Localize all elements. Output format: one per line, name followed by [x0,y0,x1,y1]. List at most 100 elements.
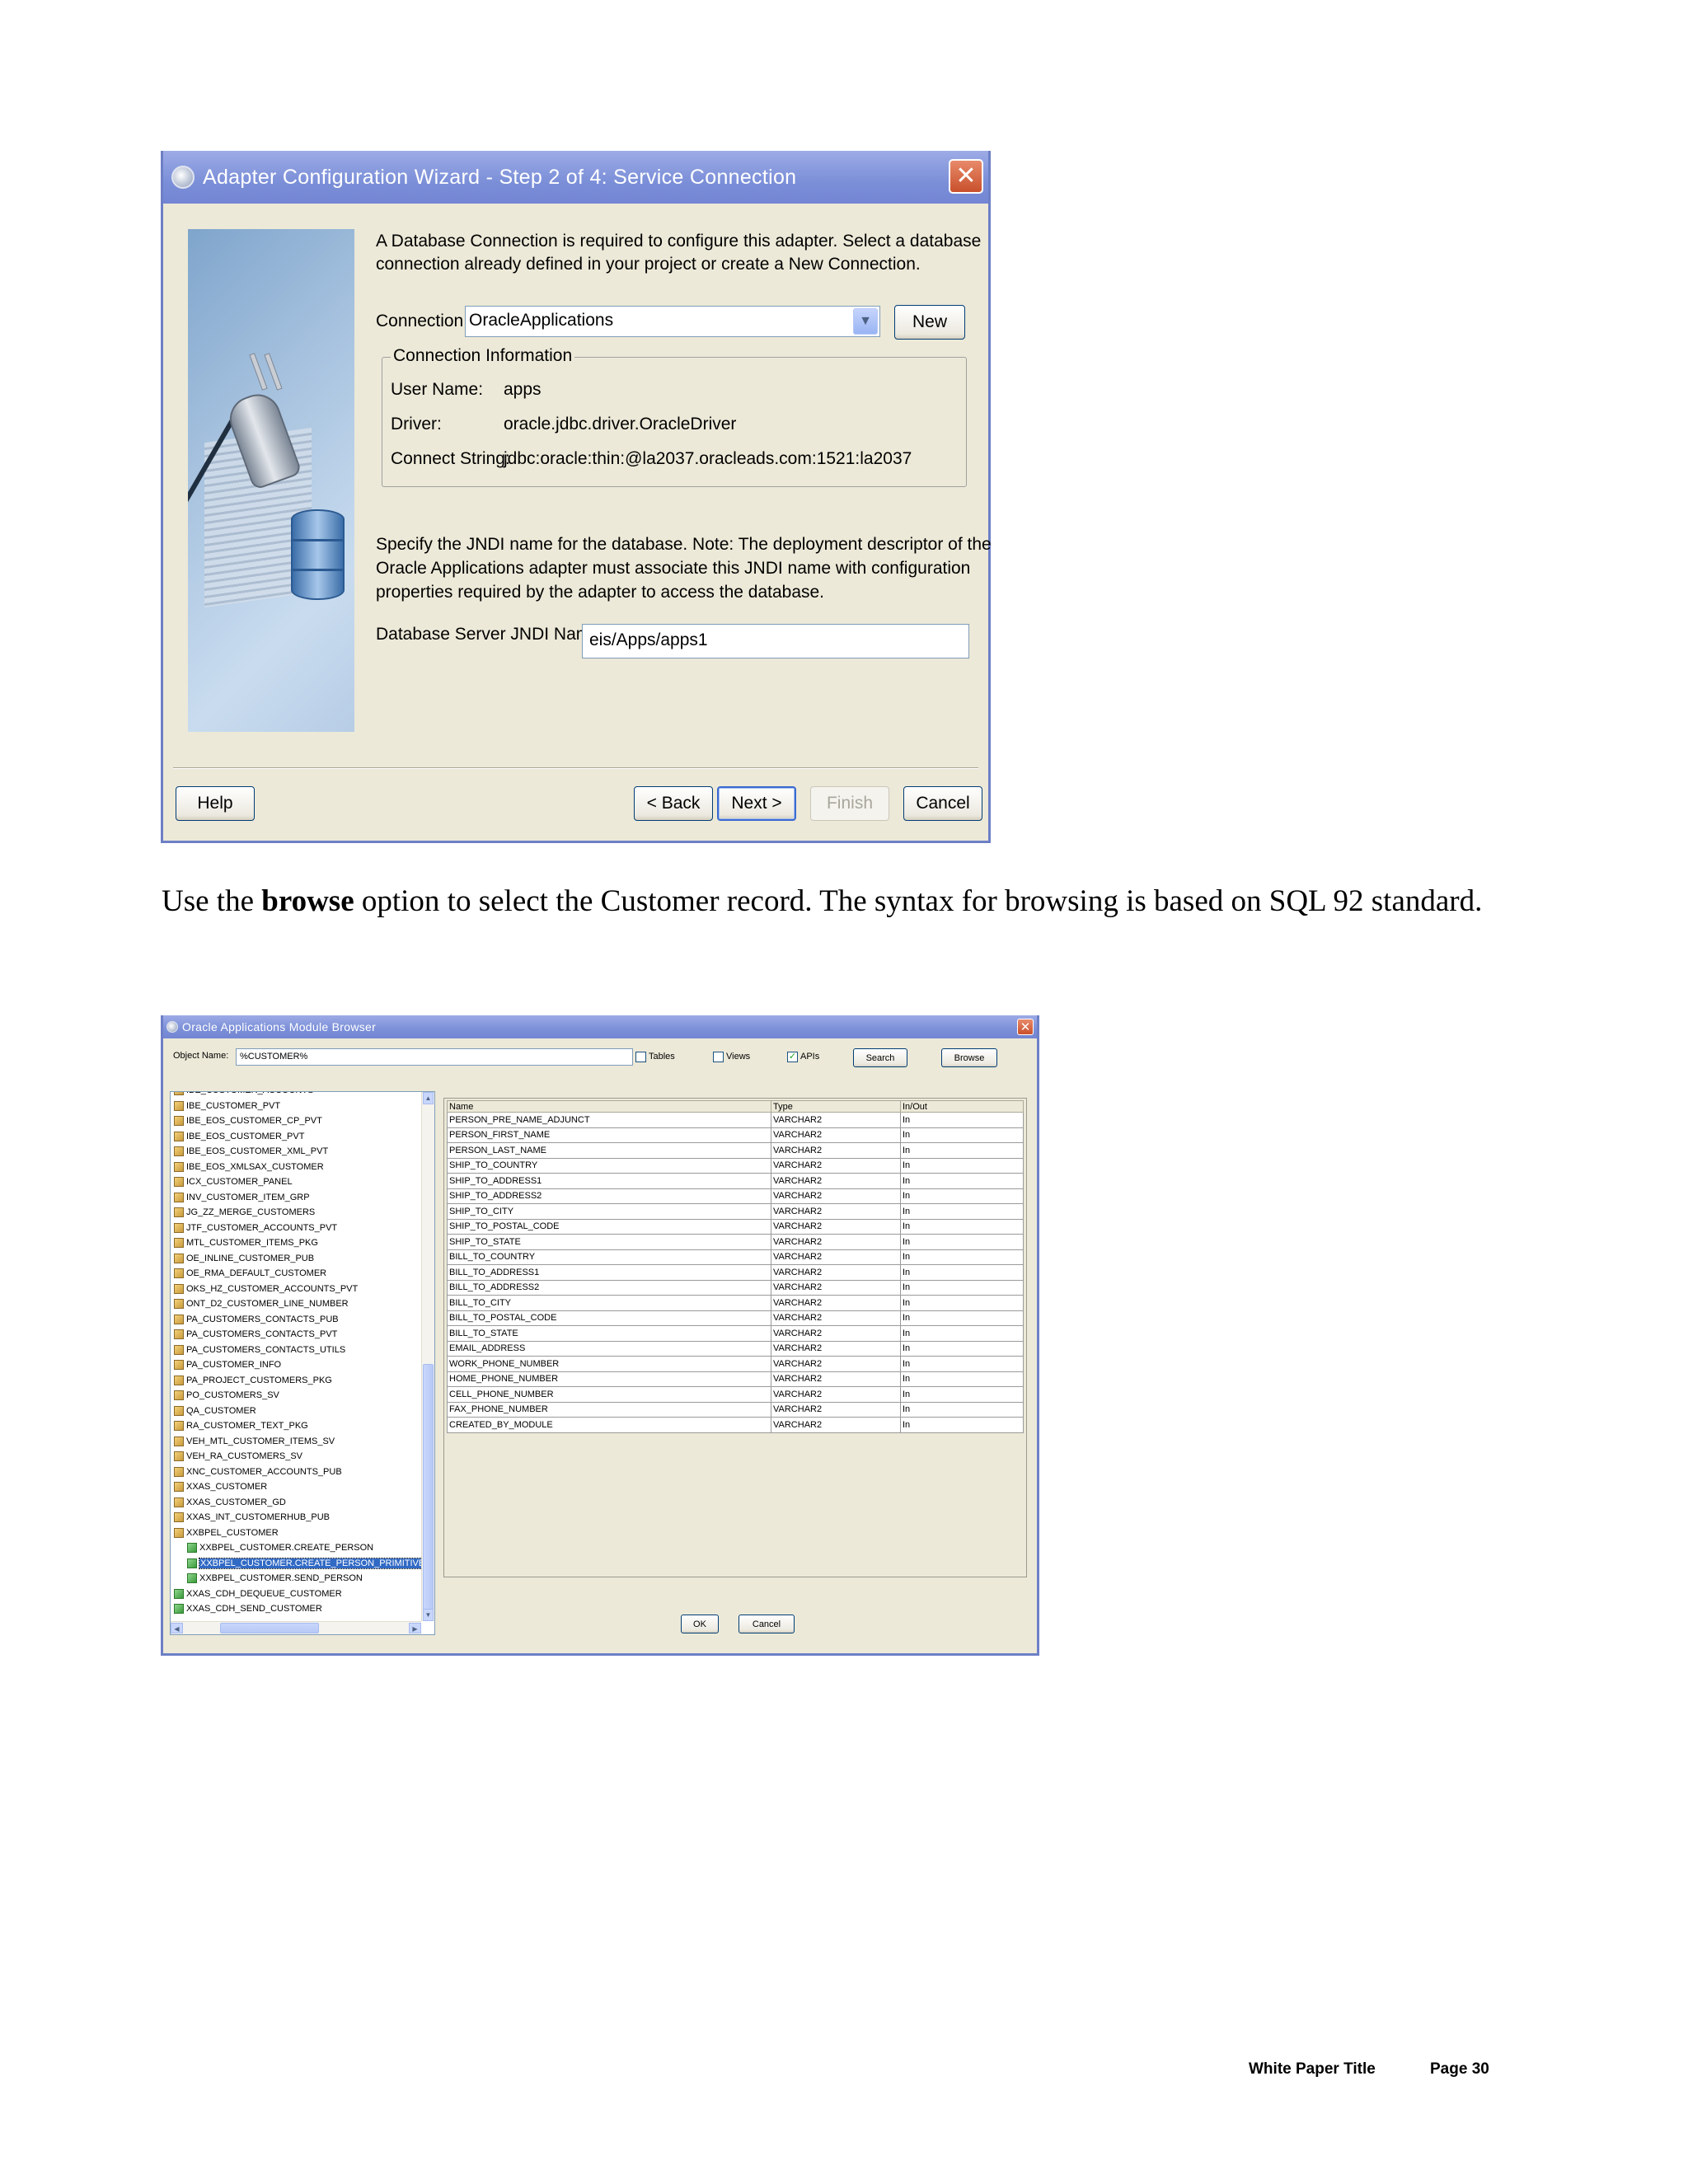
tree-item-label: INV_CUSTOMER_ITEM_GRP [186,1192,310,1202]
cell-name: SHIP_TO_COUNTRY [447,1157,771,1174]
scroll-up-icon[interactable]: ▲ [423,1092,434,1104]
tree-item[interactable]: XXAS_CUSTOMER_GD [171,1495,434,1511]
tree-item[interactable]: XXBPEL_CUSTOMER [171,1526,434,1541]
tree-item[interactable]: IBE_CUSTOMER_PVT [171,1099,434,1114]
table-row[interactable]: BILL_TO_CITY VARCHAR2 In [447,1295,1024,1311]
cancel-button[interactable]: Cancel [903,786,982,821]
footer-page-number: Page 30 [1430,2060,1489,2078]
browse-button[interactable]: Browse [941,1048,997,1067]
tree-item[interactable]: MTL_CUSTOMER_ITEMS_PKG [171,1235,434,1251]
info-label-connect-string: Connect String: [391,449,510,468]
table-row[interactable]: SHIP_TO_POSTAL_CODE VARCHAR2 In [447,1218,1024,1235]
tree-item[interactable]: PO_CUSTOMERS_SV [171,1388,434,1404]
tree-item[interactable]: OE_RMA_DEFAULT_CUSTOMER [171,1266,434,1282]
tree-item-label: QA_CUSTOMER [186,1405,256,1416]
table-row[interactable]: CELL_PHONE_NUMBER VARCHAR2 In [447,1386,1024,1403]
package-icon [174,1512,184,1523]
wizard-titlebar[interactable]: Adapter Configuration Wizard - Step 2 of… [163,151,988,204]
close-icon[interactable]: ✕ [949,159,983,194]
browser-cancel-button[interactable]: Cancel [738,1615,795,1633]
package-icon [174,1161,184,1172]
help-button[interactable]: Help [176,786,255,821]
table-row[interactable]: PERSON_PRE_NAME_ADJUNCT VARCHAR2 In [447,1112,1024,1128]
column-header-inout[interactable]: In/Out [900,1100,1024,1113]
table-row[interactable]: PERSON_LAST_NAME VARCHAR2 In [447,1142,1024,1159]
table-row[interactable]: SHIP_TO_CITY VARCHAR2 In [447,1203,1024,1220]
table-row[interactable]: EMAIL_ADDRESS VARCHAR2 In [447,1340,1024,1357]
table-row[interactable]: CREATED_BY_MODULE VARCHAR2 In [447,1417,1024,1433]
jndi-name-input[interactable]: eis/Apps/apps1 [582,624,969,658]
new-connection-button[interactable]: New [894,305,965,340]
cancel-button-label: Cancel [916,794,970,813]
tree-item[interactable]: PA_PROJECT_CUSTOMERS_PKG [171,1373,434,1389]
tree-item[interactable]: XXAS_INT_CUSTOMERHUB_PUB [171,1510,434,1526]
tree-item[interactable]: XXBPEL_CUSTOMER.SEND_PERSON [171,1571,434,1586]
scroll-right-icon[interactable]: ▶ [409,1623,421,1633]
scroll-left-icon[interactable]: ◀ [171,1623,183,1633]
table-row[interactable]: SHIP_TO_STATE VARCHAR2 In [447,1234,1024,1250]
tree-item[interactable]: INV_CUSTOMER_ITEM_GRP [171,1190,434,1206]
tree-item[interactable]: JTF_CUSTOMER_ACCOUNTS_PVT [171,1221,434,1236]
tree-item[interactable]: IBE_EOS_CUSTOMER_CP_PVT [171,1113,434,1129]
tree-item[interactable]: IBE_EOS_XMLSAX_CUSTOMER [171,1160,434,1175]
tree-item[interactable]: PA_CUSTOMERS_CONTACTS_PVT [171,1327,434,1343]
scroll-down-icon[interactable]: ▼ [423,1609,434,1621]
column-header-type[interactable]: Type [771,1100,901,1113]
tree-item-label: JG_ZZ_MERGE_CUSTOMERS [186,1207,316,1218]
ok-button[interactable]: OK [681,1615,719,1633]
table-row[interactable]: BILL_TO_POSTAL_CODE VARCHAR2 In [447,1310,1024,1326]
tables-checkbox[interactable] [635,1052,646,1062]
tree-vertical-scrollbar[interactable]: ▲ ▼ [421,1092,434,1621]
tree-item[interactable]: JG_ZZ_MERGE_CUSTOMERS [171,1205,434,1221]
tree-item[interactable]: VEH_RA_CUSTOMERS_SV [171,1449,434,1465]
table-row[interactable]: SHIP_TO_ADDRESS1 VARCHAR2 In [447,1173,1024,1189]
module-tree[interactable]: IBE_CUSTOMER_ACCOUNTS IBE_CUSTOMER_PVT IBE… [170,1091,435,1635]
table-row[interactable]: SHIP_TO_ADDRESS2 VARCHAR2 In [447,1188,1024,1204]
tree-item[interactable]: PA_CUSTOMER_INFO [171,1357,434,1373]
tree-item[interactable]: IBE_EOS_CUSTOMER_PVT [171,1129,434,1145]
tree-item[interactable]: ONT_D2_CUSTOMER_LINE_NUMBER [171,1296,434,1312]
views-checkbox[interactable] [713,1052,724,1062]
tree-item[interactable]: ICX_CUSTOMER_PANEL [171,1174,434,1190]
back-button[interactable]: < Back [634,786,713,821]
tree-horizontal-scrollbar[interactable]: ◀ ▶ [171,1621,421,1634]
object-name-input[interactable]: %CUSTOMER% [236,1048,633,1066]
browser-titlebar[interactable]: Oracle Applications Module Browser ✕ [163,1015,1037,1038]
tree-item[interactable]: XNC_CUSTOMER_ACCOUNTS_PUB [171,1465,434,1480]
table-row[interactable]: PERSON_FIRST_NAME VARCHAR2 In [447,1127,1024,1143]
table-row[interactable]: HOME_PHONE_NUMBER VARCHAR2 In [447,1371,1024,1387]
tree-item[interactable]: XXAS_CDH_DEQUEUE_CUSTOMER [171,1586,434,1602]
tree-item[interactable]: XXBPEL_CUSTOMER.CREATE_PERSON_PRIMITIVE [171,1556,434,1572]
column-header-name[interactable]: Name [447,1100,771,1113]
tree-item[interactable]: XXAS_CDH_SEND_CUSTOMER [171,1601,434,1617]
search-button[interactable]: Search [853,1048,907,1067]
tree-item[interactable]: OE_INLINE_CUSTOMER_PUB [171,1251,434,1267]
apis-checkbox[interactable]: ✓ [787,1052,798,1062]
table-row[interactable]: BILL_TO_ADDRESS2 VARCHAR2 In [447,1279,1024,1296]
table-row[interactable]: BILL_TO_STATE VARCHAR2 In [447,1325,1024,1342]
table-row[interactable]: BILL_TO_ADDRESS1 VARCHAR2 In [447,1264,1024,1281]
scrollbar-thumb[interactable] [423,1364,434,1611]
connection-select[interactable]: OracleApplications ▼ [465,306,880,337]
chevron-down-icon[interactable]: ▼ [853,308,878,335]
table-row[interactable]: WORK_PHONE_NUMBER VARCHAR2 In [447,1356,1024,1372]
tree-item[interactable]: RA_CUSTOMER_TEXT_PKG [171,1418,434,1434]
tree-item[interactable]: OKS_HZ_CUSTOMER_ACCOUNTS_PVT [171,1282,434,1297]
tree-item[interactable]: VEH_MTL_CUSTOMER_ITEMS_SV [171,1434,434,1450]
tree-item[interactable]: PA_CUSTOMERS_CONTACTS_PUB [171,1312,434,1328]
next-button[interactable]: Next > [717,786,796,821]
table-row[interactable]: SHIP_TO_COUNTRY VARCHAR2 In [447,1157,1024,1174]
table-row[interactable]: FAX_PHONE_NUMBER VARCHAR2 In [447,1401,1024,1418]
table-row[interactable]: BILL_TO_COUNTRY VARCHAR2 In [447,1249,1024,1265]
tree-item[interactable]: PA_CUSTOMERS_CONTACTS_UTILS [171,1343,434,1358]
package-icon [174,1329,184,1340]
tree-item[interactable]: IBE_CUSTOMER_ACCOUNTS [171,1092,434,1099]
cell-type: VARCHAR2 [771,1127,901,1143]
tree-item[interactable]: IBE_EOS_CUSTOMER_XML_PVT [171,1144,434,1160]
tree-item[interactable]: QA_CUSTOMER [171,1404,434,1419]
tree-item[interactable]: XXBPEL_CUSTOMER.CREATE_PERSON [171,1540,434,1556]
close-icon[interactable]: ✕ [1017,1019,1034,1035]
tree-item[interactable]: XXAS_CUSTOMER [171,1479,434,1495]
scrollbar-thumb[interactable] [220,1623,319,1633]
package-icon [174,1299,184,1310]
